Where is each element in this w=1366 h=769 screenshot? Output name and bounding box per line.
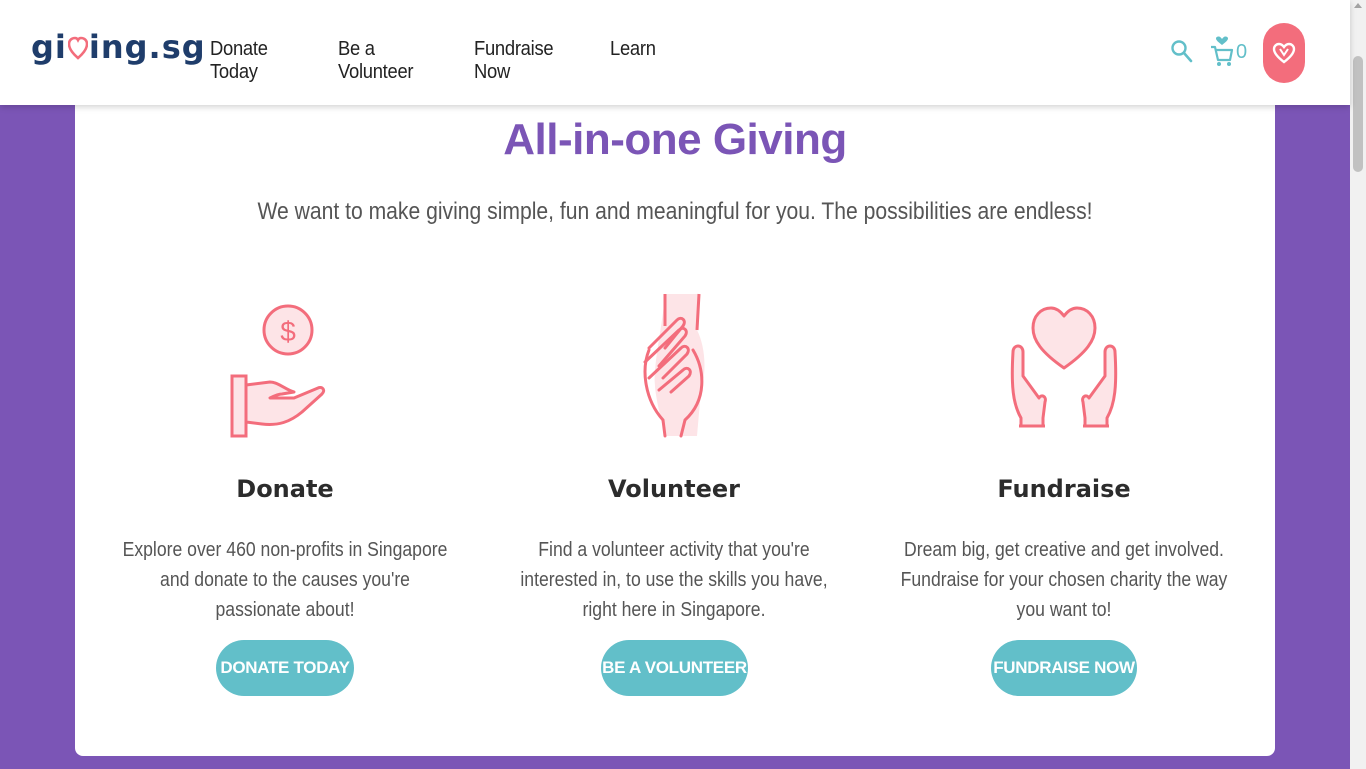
fundraise-title: Fundraise [997,475,1131,503]
volunteer-title: Volunteer [607,475,740,503]
donate-title: Donate [236,475,334,503]
volunteer-description: Find a volunteer activity that you're in… [520,539,828,621]
fundraise-description: Dream big, get creative and get involved… [900,539,1228,621]
logo-heart-icon [67,36,88,60]
cart-count: 0 [1236,40,1248,63]
main-nav: Donate Today Be a Volunteer Fundraise No… [210,38,682,84]
donate-today-button[interactable]: DONATE TODAY [216,640,354,696]
section-subtitle: We want to make giving simple, fun and m… [257,198,1093,225]
top-navigation-bar: gi ing.sg Donate Today Be a Volunteer Fu… [0,0,1350,105]
nav-be-a-volunteer[interactable]: Be a Volunteer [338,38,437,84]
volunteer-column: Volunteer Find a volunteer activity that… [484,290,864,696]
fundraise-column: Fundraise Dream big, get creative and ge… [874,290,1254,696]
donate-column: $ Donate Explore over 460 non-profits in… [95,290,475,696]
page-scrollbar[interactable] [1350,0,1366,769]
fundraise-now-button[interactable]: FUNDRAISE NOW [991,640,1137,696]
section-title: All-in-one Giving [503,115,847,164]
scrollbar-thumb[interactable] [1353,56,1363,172]
svg-text:$: $ [280,316,296,347]
giving-sg-logo[interactable]: gi ing.sg [31,28,206,66]
cart-icon [1211,36,1234,66]
cart-button[interactable]: 0 [1210,36,1247,68]
nav-fundraise-now[interactable]: Fundraise Now [474,38,573,84]
scroll-up-arrow-icon[interactable] [1354,3,1362,8]
hand-coin-icon: $ [230,304,326,438]
be-a-volunteer-button[interactable]: BE A VOLUNTEER [601,640,748,696]
nav-donate-today[interactable]: Donate Today [210,38,302,84]
heart-icon [1272,42,1296,64]
search-icon[interactable] [1170,38,1194,64]
user-avatar-button[interactable] [1263,23,1305,83]
hands-heart-icon [1010,306,1118,428]
donate-description: Explore over 460 non-profits in Singapor… [122,539,448,621]
logo-text-end: ing.sg [88,28,206,66]
all-in-one-giving-card: All-in-one Giving We want to make giving… [75,80,1275,756]
nav-learn[interactable]: Learn [610,38,656,84]
handshake-icon [643,293,705,438]
logo-text-start: gi [31,28,67,66]
